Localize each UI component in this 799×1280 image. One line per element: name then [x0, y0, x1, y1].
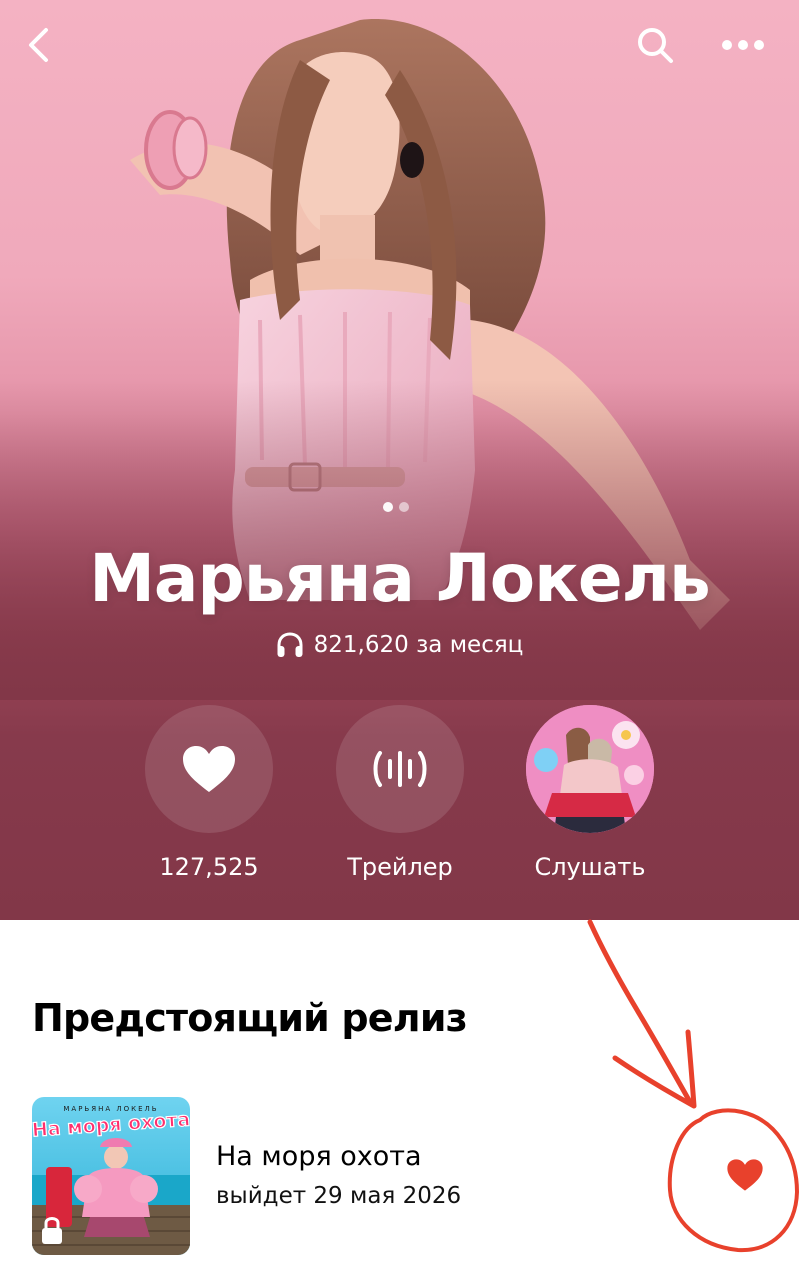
pager-dot-2[interactable] — [399, 502, 409, 512]
annotation-arrow-head — [612, 1029, 697, 1109]
release-cover-image: МАРЬЯНА ЛОКЕЛЬ На моря охота — [32, 1097, 190, 1255]
photo-pager[interactable] — [383, 502, 409, 512]
heart-icon — [183, 746, 235, 792]
back-button[interactable] — [14, 20, 64, 70]
listen-button[interactable]: Слушать — [525, 705, 655, 881]
trailer-button[interactable]: Трейлер — [335, 705, 465, 881]
listen-cover-image — [526, 705, 654, 833]
like-artist-button[interactable]: 127,525 — [144, 705, 274, 881]
headphones-icon — [277, 632, 303, 657]
annotation-arrow-shaft — [587, 919, 693, 1105]
listen-cover[interactable] — [526, 705, 654, 833]
like-count: 127,525 — [159, 853, 259, 881]
monthly-listeners-text: 821,620 за месяц — [313, 632, 524, 658]
upcoming-release-heading: Предстоящий релиз — [32, 996, 468, 1040]
release-date: выйдет 29 мая 2026 — [216, 1183, 462, 1209]
release-cover[interactable]: МАРЬЯНА ЛОКЕЛЬ На моря охота — [32, 1097, 190, 1255]
upcoming-release-item[interactable]: МАРЬЯНА ЛОКЕЛЬ На моря охота На моря охо… — [32, 1097, 799, 1255]
more-dots-icon — [722, 40, 764, 50]
release-like-button[interactable] — [720, 1150, 770, 1200]
listen-label: Слушать — [534, 853, 646, 881]
monthly-listeners: 821,620 за месяц — [0, 632, 799, 658]
heart-icon — [727, 1159, 763, 1191]
search-button[interactable] — [630, 20, 680, 70]
pager-dot-1[interactable] — [383, 502, 393, 512]
artist-name: Марьяна Локель — [89, 540, 710, 617]
trailer-label: Трейлер — [347, 853, 453, 881]
search-icon — [638, 28, 673, 63]
chevron-left-icon — [29, 28, 48, 62]
release-title: На моря охота — [216, 1141, 422, 1172]
more-button[interactable] — [718, 20, 768, 70]
artist-header: Марьяна Локель 821,620 за месяц 127,525 … — [0, 0, 799, 920]
waveform-icon — [373, 751, 427, 787]
like-circle[interactable] — [145, 705, 273, 833]
trailer-circle[interactable] — [336, 705, 464, 833]
